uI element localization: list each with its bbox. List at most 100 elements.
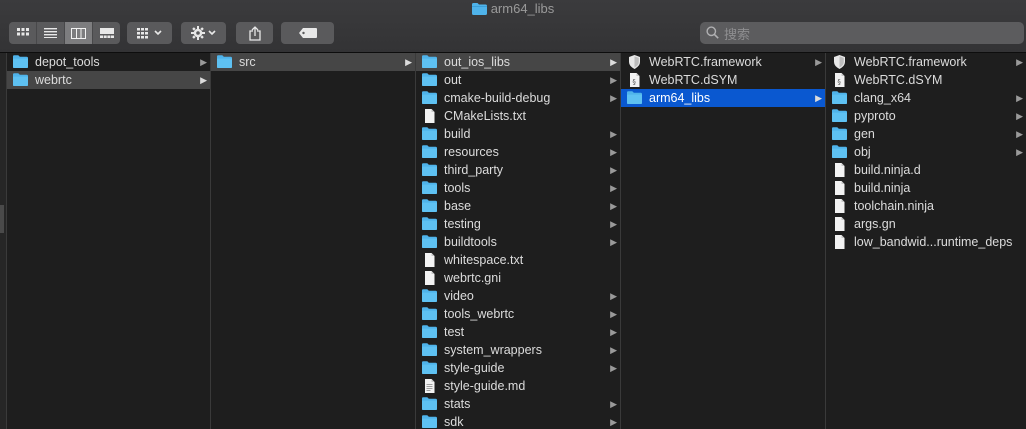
folder-icon (13, 55, 28, 68)
item-label: style-guide.md (444, 379, 526, 393)
list-item-obj[interactable]: obj ▶ (826, 143, 1026, 161)
list-item-pyproto[interactable]: pyproto ▶ (826, 107, 1026, 125)
item-label: whitespace.txt (444, 253, 524, 267)
list-item-args-gn[interactable]: args.gn (826, 215, 1026, 233)
browser-column-4: WebRTC.framework ▶ § WebRTC.dSYM arm64_libs ▶ (621, 53, 826, 429)
disclosure-arrow-icon: ▶ (1016, 57, 1023, 67)
search-input[interactable] (722, 22, 1016, 46)
window-title: arm64_libs (0, 1, 1026, 17)
list-item-testing[interactable]: testing ▶ (416, 215, 620, 233)
list-item-clang-x64[interactable]: clang_x64 ▶ (826, 89, 1026, 107)
item-label: args.gn (854, 217, 896, 231)
tag-icon (298, 28, 317, 38)
list-item-webrtc-dsym[interactable]: § WebRTC.dSYM (621, 71, 825, 89)
icon-view-button[interactable] (9, 22, 37, 44)
list-item-src[interactable]: src ▶ (211, 53, 415, 71)
chevron-down-icon (208, 30, 216, 36)
disclosure-arrow-icon: ▶ (610, 57, 617, 67)
list-item-depot-tools[interactable]: depot_tools ▶ (7, 53, 210, 71)
list-item-style-guide[interactable]: style-guide ▶ (416, 359, 620, 377)
folder-icon (422, 343, 437, 356)
item-label: tools (444, 181, 471, 195)
folder-icon (832, 145, 847, 158)
dsym-file-icon: § (627, 73, 642, 87)
list-item-webrtc-gni[interactable]: webrtc.gni (416, 269, 620, 287)
list-item-build-ninja[interactable]: build.ninja (826, 179, 1026, 197)
list-item-cmakelists-txt[interactable]: CMakeLists.txt (416, 107, 620, 125)
item-label: WebRTC.framework (649, 55, 762, 69)
folder-icon (471, 3, 487, 19)
list-item-out[interactable]: out ▶ (416, 71, 620, 89)
list-item-resources[interactable]: resources ▶ (416, 143, 620, 161)
list-item-base[interactable]: base ▶ (416, 197, 620, 215)
folder-icon (422, 361, 437, 374)
disclosure-arrow-icon: ▶ (610, 165, 617, 175)
list-item-system-wrappers[interactable]: system_wrappers ▶ (416, 341, 620, 359)
list-item-buildtools[interactable]: buildtools ▶ (416, 233, 620, 251)
action-button[interactable] (181, 22, 226, 44)
folder-icon (422, 217, 437, 230)
list-item-gen[interactable]: gen ▶ (826, 125, 1026, 143)
folder-icon (832, 91, 847, 104)
list-item-low-bandwid-runtime-deps[interactable]: low_bandwid...runtime_deps (826, 233, 1026, 251)
gallery-view-button[interactable] (93, 22, 120, 44)
item-label: WebRTC.framework (854, 55, 967, 69)
list-item-third-party[interactable]: third_party ▶ (416, 161, 620, 179)
disclosure-arrow-icon: ▶ (610, 93, 617, 103)
list-view-button[interactable] (37, 22, 65, 44)
item-label: arm64_libs (649, 91, 711, 105)
disclosure-arrow-icon: ▶ (610, 399, 617, 409)
list-item-style-guide-md[interactable]: style-guide.md (416, 377, 620, 395)
group-by-button[interactable] (127, 22, 172, 44)
item-label: obj (854, 145, 871, 159)
list-item-tools[interactable]: tools ▶ (416, 179, 620, 197)
list-item-stats[interactable]: stats ▶ (416, 395, 620, 413)
folder-icon (13, 73, 28, 86)
list-item-build[interactable]: build ▶ (416, 125, 620, 143)
column-view-button[interactable] (65, 22, 93, 44)
search-field[interactable] (700, 22, 1024, 46)
list-item-webrtc-framework[interactable]: WebRTC.framework ▶ (826, 53, 1026, 71)
folder-icon (832, 127, 847, 140)
list-icon (44, 28, 57, 38)
folder-icon (422, 289, 437, 302)
disclosure-arrow-icon: ▶ (200, 75, 207, 85)
folder-icon (422, 73, 437, 86)
list-item-build-ninja-d[interactable]: build.ninja.d (826, 161, 1026, 179)
search-icon (706, 26, 719, 44)
folder-icon (422, 91, 437, 104)
list-item-arm64-libs[interactable]: arm64_libs ▶ (621, 89, 825, 107)
disclosure-arrow-icon: ▶ (610, 345, 617, 355)
folder-icon (422, 235, 437, 248)
share-button[interactable] (236, 22, 273, 44)
disclosure-arrow-icon: ▶ (610, 183, 617, 193)
folder-icon (422, 325, 437, 338)
list-item-test[interactable]: test ▶ (416, 323, 620, 341)
item-label: build.ninja.d (854, 163, 921, 177)
list-item-whitespace-txt[interactable]: whitespace.txt (416, 251, 620, 269)
item-label: webrtc.gni (444, 271, 501, 285)
list-item-toolchain-ninja[interactable]: toolchain.ninja (826, 197, 1026, 215)
list-item-out-ios-libs[interactable]: out_ios_libs ▶ (416, 53, 620, 71)
resize-handle[interactable] (0, 205, 4, 233)
list-item-cmake-build-debug[interactable]: cmake-build-debug ▶ (416, 89, 620, 107)
file-icon (832, 181, 847, 195)
disclosure-arrow-icon: ▶ (815, 93, 822, 103)
disclosure-arrow-icon: ▶ (1016, 93, 1023, 103)
list-item-webrtc-framework[interactable]: WebRTC.framework ▶ (621, 53, 825, 71)
chevron-down-icon (154, 30, 162, 36)
view-mode-control (9, 22, 120, 44)
list-item-video[interactable]: video ▶ (416, 287, 620, 305)
disclosure-arrow-icon: ▶ (610, 417, 617, 427)
list-item-sdk[interactable]: sdk ▶ (416, 413, 620, 429)
item-label: stats (444, 397, 471, 411)
tags-button[interactable] (281, 22, 334, 44)
disclosure-arrow-icon: ▶ (610, 237, 617, 247)
item-label: build.ninja (854, 181, 911, 195)
file-icon (422, 109, 437, 123)
item-label: out (444, 73, 462, 87)
columns-icon (71, 27, 86, 39)
list-item-webrtc-dsym[interactable]: § WebRTC.dSYM (826, 71, 1026, 89)
list-item-webrtc[interactable]: webrtc ▶ (7, 71, 210, 89)
list-item-tools-webrtc[interactable]: tools_webrtc ▶ (416, 305, 620, 323)
